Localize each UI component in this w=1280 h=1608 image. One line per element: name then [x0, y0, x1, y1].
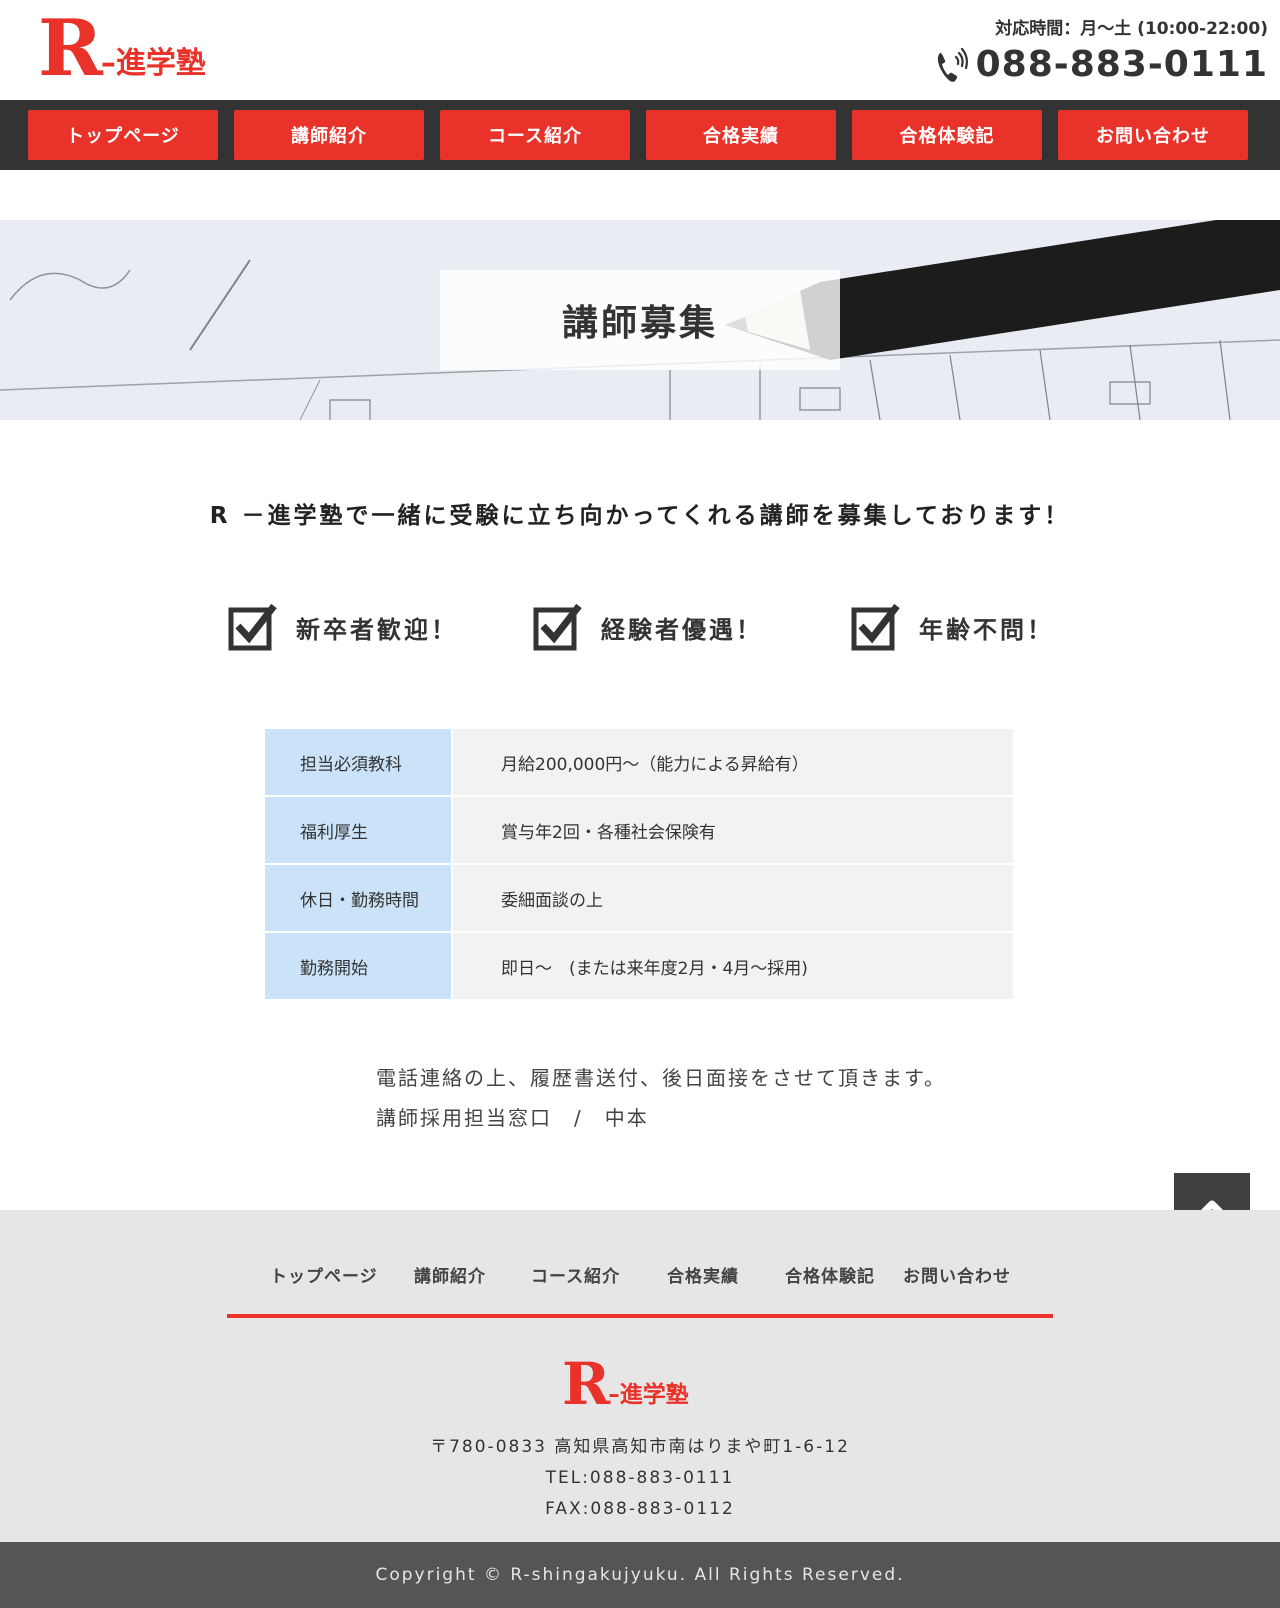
phone-icon	[937, 47, 968, 82]
table-data-cell: 月給200,000円～（能力による昇給有）	[453, 729, 1013, 795]
footer-logo[interactable]: R –進学塾	[562, 1350, 689, 1418]
logo-text: –進学塾	[608, 1382, 689, 1408]
global-nav: トップページ 講師紹介 コース紹介 合格実績 合格体験記 お問い合わせ	[0, 100, 1280, 170]
recruit-lead: R －進学塾で一緒に受験に立ち向かってくれる講師を募集しております！	[209, 503, 1071, 529]
logo-text: –進学塾	[100, 46, 206, 81]
footer-divider	[227, 1314, 1053, 1318]
checkbox-checked-icon	[851, 603, 900, 651]
hero-title-box: 講師募集	[440, 270, 840, 370]
table-row: 福利厚生 賞与年2回・各種社会保険有	[265, 797, 1013, 863]
feature-label: 年齢不問！	[919, 615, 1054, 644]
table-data-cell: 賞与年2回・各種社会保険有	[453, 797, 1013, 863]
footer-tel: TEL:088-883-0111	[545, 1468, 735, 1488]
footer-address: 〒780-0833 高知県高知市南はりまや町1-6-12	[430, 1437, 850, 1457]
footer-nav-courses[interactable]: コース紹介	[531, 1262, 620, 1287]
footer-nav-results[interactable]: 合格実績	[667, 1262, 739, 1287]
application-instructions: 電話連絡の上、履歴書送付、後日面接をさせて頂きます。	[376, 1066, 946, 1090]
footer-contact-info: 〒780-0833 高知県高知市南はりまや町1-6-12 TEL:088-883…	[0, 1432, 1280, 1525]
footer-nav: トップページ 講師紹介 コース紹介 合格実績 合格体験記 お問い合わせ	[0, 1262, 1280, 1292]
logo-mark: R	[562, 1350, 610, 1418]
table-header-cell: 休日・勤務時間	[265, 865, 451, 931]
footer-fax: FAX:088-883-0112	[545, 1499, 735, 1519]
copyright-bar: Copyright © R-shingakujyuku. All Rights …	[0, 1542, 1280, 1608]
site-header: R –進学塾 対応時間：月～土 (10:00-22:00) 088-883-01…	[0, 0, 1280, 100]
site-logo[interactable]: R –進学塾	[38, 3, 206, 94]
footer-nav-teachers[interactable]: 講師紹介	[414, 1262, 486, 1287]
recruit-conditions-table: 担当必須教科 月給200,000円～（能力による昇給有） 福利厚生 賞与年2回・…	[265, 729, 1013, 1001]
feature-label: 新卒者歓迎！	[296, 615, 458, 644]
nav-results[interactable]: 合格実績	[646, 110, 836, 160]
nav-contact[interactable]: お問い合わせ	[1058, 110, 1248, 160]
nav-top[interactable]: トップページ	[28, 110, 218, 160]
feature-new-grad: 新卒者歓迎！	[228, 602, 458, 652]
hero-banner: 講師募集	[0, 220, 1280, 420]
table-row: 勤務開始 即日～ (または来年度2月・4月～採用)	[265, 933, 1013, 999]
checkbox-checked-icon	[228, 603, 277, 651]
copyright-text: Copyright © R-shingakujyuku. All Rights …	[375, 1565, 905, 1585]
table-row: 休日・勤務時間 委細面談の上	[265, 865, 1013, 931]
feature-any-age: 年齢不問！	[851, 602, 1054, 652]
page-title: 講師募集	[561, 303, 718, 344]
table-data-cell: 委細面談の上	[453, 865, 1013, 931]
recruit-features: 新卒者歓迎！ 経験者優遇！ 年齢不問！	[0, 602, 1280, 662]
footer-nav-contact[interactable]: お問い合わせ	[903, 1262, 1011, 1287]
contact-person: 講師採用担当窓口 / 中本	[376, 1106, 649, 1130]
nav-testimonials[interactable]: 合格体験記	[852, 110, 1042, 160]
site-footer: トップページ 講師紹介 コース紹介 合格実績 合格体験記 お問い合わせ R –進…	[0, 1210, 1280, 1542]
logo-mark: R	[38, 3, 103, 94]
table-header-cell: 福利厚生	[265, 797, 451, 863]
feature-experienced: 経験者優遇！	[533, 602, 763, 652]
footer-nav-testimonials[interactable]: 合格体験記	[785, 1262, 875, 1287]
phone-number: 088-883-0111	[975, 44, 1268, 85]
feature-label: 経験者優遇！	[601, 615, 763, 644]
header-phone[interactable]: 088-883-0111	[934, 44, 1268, 85]
business-hours: 対応時間：月～土 (10:00-22:00)	[995, 19, 1268, 39]
checkbox-checked-icon	[533, 603, 582, 651]
footer-nav-top[interactable]: トップページ	[270, 1262, 378, 1287]
application-note: 電話連絡の上、履歴書送付、後日面接をさせて頂きます。 講師採用担当窓口 / 中本	[376, 1058, 946, 1138]
table-row: 担当必須教科 月給200,000円～（能力による昇給有）	[265, 729, 1013, 795]
table-header-cell: 勤務開始	[265, 933, 451, 999]
table-data-cell: 即日～ (または来年度2月・4月～採用)	[453, 933, 1013, 999]
table-header-cell: 担当必須教科	[265, 729, 451, 795]
nav-teachers[interactable]: 講師紹介	[234, 110, 424, 160]
nav-courses[interactable]: コース紹介	[440, 110, 630, 160]
